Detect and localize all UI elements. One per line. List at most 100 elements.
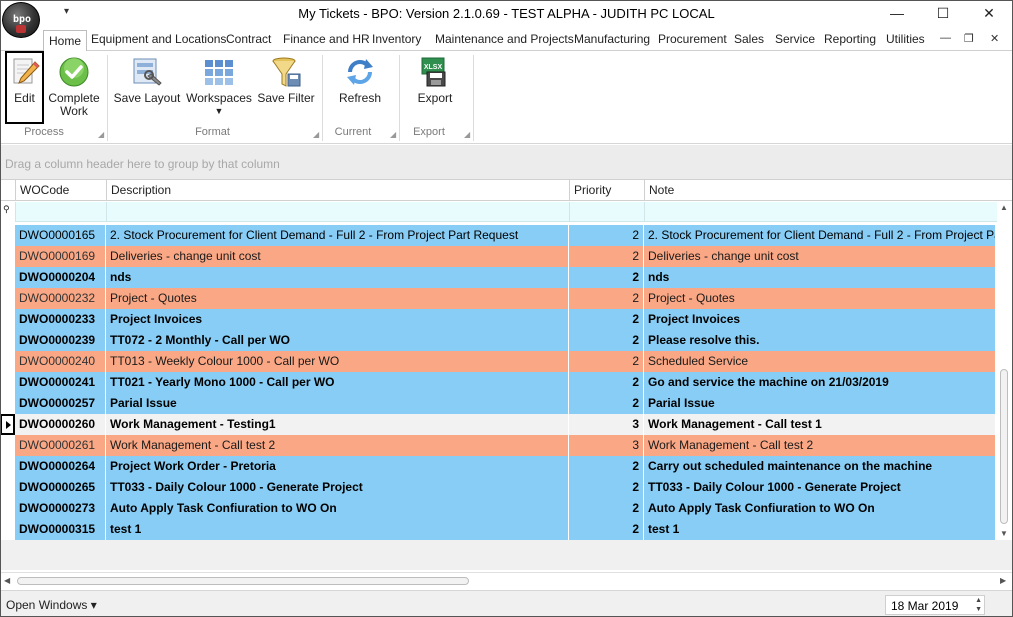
save-filter-button[interactable]: Save Filter (257, 53, 315, 126)
scroll-left-arrow-icon[interactable]: ◀ (4, 576, 10, 585)
description-cell[interactable]: TT013 - Weekly Colour 1000 - Call per WO (106, 351, 569, 372)
column-header-note[interactable]: Note (644, 180, 997, 201)
priority-cell[interactable]: 2 (569, 309, 644, 330)
open-windows-menu[interactable]: Open Windows ▾ (6, 598, 97, 612)
description-cell[interactable]: TT072 - 2 Monthly - Call per WO (106, 330, 569, 351)
tab-reporting[interactable]: Reporting (824, 32, 876, 50)
date-field[interactable]: 18 Mar 2019 ▲ ▼ (885, 595, 985, 615)
horizontal-scroll-thumb[interactable] (17, 577, 469, 585)
note-cell[interactable]: Project - Quotes (644, 288, 996, 309)
wocode-cell[interactable]: DWO0000240 (15, 351, 106, 372)
tab-manufacturing[interactable]: Manufacturing (574, 32, 650, 50)
priority-cell[interactable]: 3 (569, 435, 644, 456)
mdi-close-button[interactable]: ✕ (990, 32, 999, 45)
note-cell[interactable]: nds (644, 267, 996, 288)
note-cell[interactable]: Go and service the machine on 21/03/2019 (644, 372, 996, 393)
row-indicator[interactable] (0, 498, 15, 519)
description-cell[interactable]: test 1 (106, 519, 569, 540)
tab-sales[interactable]: Sales (734, 32, 764, 50)
priority-cell[interactable]: 2 (569, 456, 644, 477)
note-cell[interactable]: Work Management - Call test 1 (644, 414, 996, 435)
description-cell[interactable]: Project - Quotes (106, 288, 569, 309)
description-cell[interactable]: Work Management - Call test 2 (106, 435, 569, 456)
priority-cell[interactable]: 2 (569, 225, 644, 246)
tab-home[interactable]: Home (43, 30, 88, 52)
close-button[interactable]: ✕ (966, 0, 1012, 28)
table-row[interactable]: DWO0000273 Auto Apply Task Confiuration t… (15, 498, 996, 519)
wocode-cell[interactable]: DWO0000169 (15, 246, 106, 267)
priority-cell[interactable]: 2 (569, 351, 644, 372)
note-cell[interactable]: Deliveries - change unit cost (644, 246, 996, 267)
filter-cell-wocode[interactable] (15, 202, 106, 222)
table-row[interactable]: DWO0000315 test 1 2 test 1 (15, 519, 996, 540)
table-row[interactable]: DWO0000264 Project Work Order - Pretoria 2… (15, 456, 996, 477)
row-indicator[interactable] (0, 225, 15, 246)
description-cell[interactable]: 2. Stock Procurement for Client Demand -… (106, 225, 569, 246)
refresh-button[interactable]: Refresh (332, 53, 388, 126)
maximize-button[interactable]: ☐ (920, 0, 966, 28)
format-launcher-icon[interactable]: ◢ (313, 130, 319, 139)
tab-finance-and-hr[interactable]: Finance and HR (283, 32, 370, 50)
process-launcher-icon[interactable]: ◢ (98, 130, 104, 139)
wocode-cell[interactable]: DWO0000273 (15, 498, 106, 519)
row-indicator[interactable] (0, 519, 15, 540)
note-cell[interactable]: 2. Stock Procurement for Client Demand -… (644, 225, 996, 246)
bpo-logo[interactable]: bpo (2, 2, 40, 38)
tab-service[interactable]: Service (775, 32, 815, 50)
group-by-panel[interactable]: Drag a column header here to group by th… (0, 145, 1013, 180)
row-indicator[interactable] (0, 456, 15, 477)
wocode-cell[interactable]: DWO0000265 (15, 477, 106, 498)
description-cell[interactable]: Parial Issue (106, 393, 569, 414)
note-cell[interactable]: Project Invoices (644, 309, 996, 330)
table-row[interactable]: DWO0000233 Project Invoices 2 Project Invoi… (15, 309, 996, 330)
row-indicator[interactable] (0, 372, 15, 393)
table-row[interactable]: DWO0000261 Work Management - Call test 23… (15, 435, 996, 456)
edit-button[interactable]: Edit (5, 51, 44, 124)
priority-cell[interactable]: 2 (569, 393, 644, 414)
wocode-cell[interactable]: DWO0000233 (15, 309, 106, 330)
vertical-scrollbar[interactable]: ▲ ▼ (997, 201, 1013, 541)
column-header-priority[interactable]: Priority (569, 180, 645, 201)
workspaces-dropdown[interactable]: Workspaces ▼ (186, 53, 252, 126)
current-row-indicator[interactable] (0, 414, 15, 435)
export-launcher-icon[interactable]: ◢ (464, 130, 470, 139)
note-cell[interactable]: Work Management - Call test 2 (644, 435, 996, 456)
note-cell[interactable]: Scheduled Service (644, 351, 996, 372)
row-indicator[interactable] (0, 435, 15, 456)
table-row[interactable]: DWO0000169 Deliveries - change unit cost 2… (15, 246, 996, 267)
horizontal-scrollbar[interactable]: ◀ ▶ (0, 572, 1013, 589)
description-cell[interactable]: Project Work Order - Pretoria (106, 456, 569, 477)
table-row[interactable]: DWO0000265 TT033 - Daily Colour 1000 - Ge… (15, 477, 996, 498)
vertical-scroll-thumb[interactable] (1000, 369, 1008, 524)
row-indicator[interactable] (0, 477, 15, 498)
table-row[interactable]: DWO0000204 nds 2 nds (15, 267, 996, 288)
scroll-up-arrow-icon[interactable]: ▲ (1000, 203, 1008, 212)
description-cell[interactable]: TT021 - Yearly Mono 1000 - Call per WO (106, 372, 569, 393)
note-cell[interactable]: Carry out scheduled maintenance on the m… (644, 456, 996, 477)
mdi-restore-button[interactable]: ❐ (964, 32, 974, 45)
priority-cell[interactable]: 2 (569, 519, 644, 540)
priority-cell[interactable]: 2 (569, 372, 644, 393)
note-cell[interactable]: test 1 (644, 519, 996, 540)
table-row[interactable]: DWO0000240 TT013 - Weekly Colour 1000 - C… (15, 351, 996, 372)
row-indicator[interactable] (0, 309, 15, 330)
table-row[interactable]: DWO0000239 TT072 - 2 Monthly - Call per W… (15, 330, 996, 351)
tab-procurement[interactable]: Procurement (658, 32, 727, 50)
table-row[interactable]: DWO0000232 Project - Quotes 2 Project - Quo… (15, 288, 996, 309)
save-layout-button[interactable]: Save Layout (113, 53, 181, 126)
wocode-cell[interactable]: DWO0000241 (15, 372, 106, 393)
row-indicator[interactable] (0, 393, 15, 414)
table-row[interactable]: DWO0000165 2. Stock Procurement for Clien… (15, 225, 996, 246)
priority-cell[interactable]: 2 (569, 477, 644, 498)
row-indicator[interactable] (0, 330, 15, 351)
column-header-wocode[interactable]: WOCode (15, 180, 107, 201)
filter-cell-priority[interactable] (569, 202, 644, 222)
note-cell[interactable]: Auto Apply Task Confiuration to WO On (644, 498, 996, 519)
table-row[interactable]: DWO0000260 Work Management - Testing1 3 Wor… (15, 414, 996, 435)
current-launcher-icon[interactable]: ◢ (390, 130, 396, 139)
description-cell[interactable]: Work Management - Testing1 (106, 414, 569, 435)
priority-cell[interactable]: 2 (569, 246, 644, 267)
row-indicator[interactable] (0, 267, 15, 288)
tab-equipment-and-locations[interactable]: Equipment and Locations (91, 32, 226, 50)
description-cell[interactable]: Auto Apply Task Confiuration to WO On (106, 498, 569, 519)
